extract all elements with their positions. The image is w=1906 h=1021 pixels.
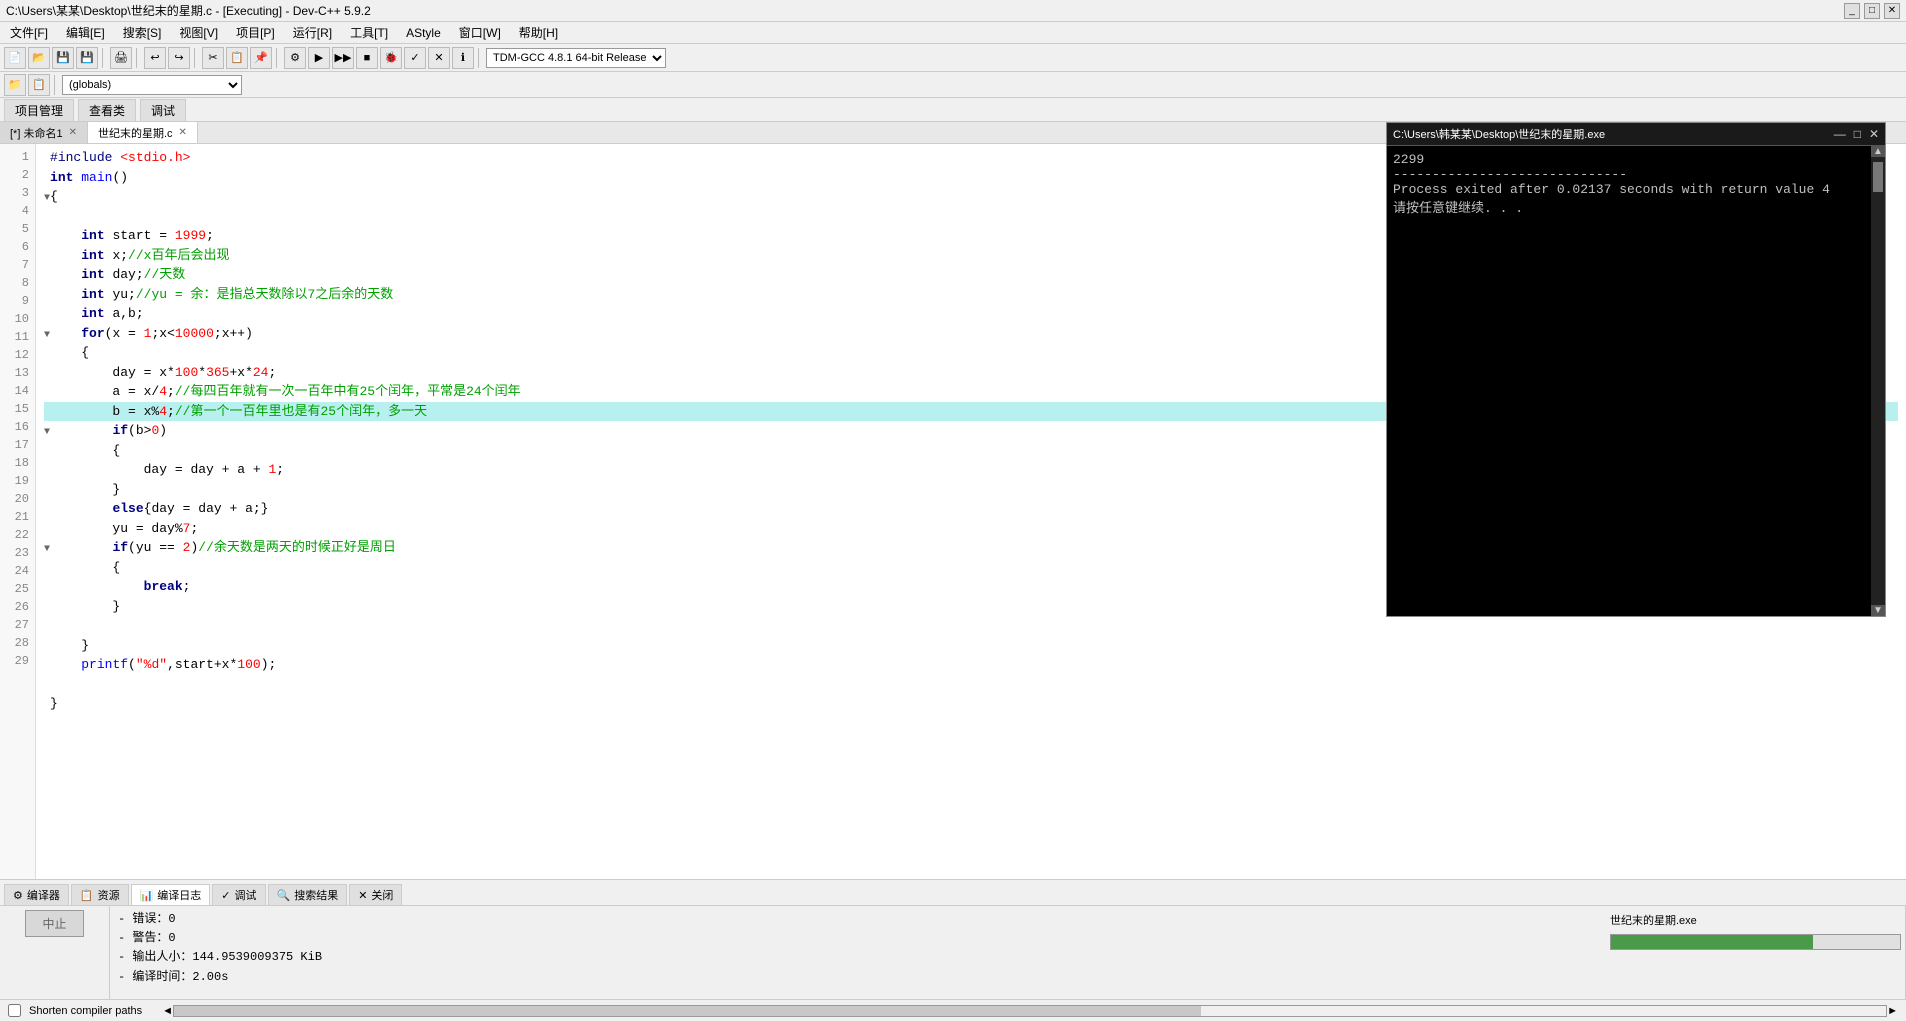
menu-item-视图[V][interactable]: 视图[V] xyxy=(173,23,224,42)
compile-button[interactable]: ⚙ xyxy=(284,47,306,69)
scroll-left-btn[interactable]: ◄ xyxy=(162,1005,173,1017)
sep4 xyxy=(276,48,280,68)
console-output: 2299 ------------------------------ Proc… xyxy=(1393,152,1830,216)
error-button[interactable]: ✕ xyxy=(428,47,450,69)
console-title: C:\Users\韩某某\Desktop\世纪末的星期.exe xyxy=(1393,126,1605,142)
console-minimize-button[interactable]: — xyxy=(1834,127,1846,141)
bottom-panel: ⚙编译器📋资源📊编译日志✓调试🔍搜索结果✕关闭 中止 - 错误：0 - 警告：0… xyxy=(0,879,1906,999)
nav-tabs: 项目管理 查看类 调试 xyxy=(0,98,1906,122)
shorten-paths-item: Shorten compiler paths xyxy=(8,1004,142,1017)
undo-button[interactable]: ↩ xyxy=(144,47,166,69)
debug-button[interactable]: 🐞 xyxy=(380,47,402,69)
progress-bar-fill xyxy=(1611,935,1813,949)
nav-tab-project[interactable]: 项目管理 xyxy=(4,99,74,121)
line-numbers: 1 2 3 4 5 6 7 8 9 10 11 12 13 14 15 16 1… xyxy=(0,144,36,879)
sep1 xyxy=(102,48,106,68)
bottom-tab-调试[interactable]: ✓调试 xyxy=(212,884,265,905)
open-file-button[interactable]: 📂 xyxy=(28,47,50,69)
tb2-btn2[interactable]: 📋 xyxy=(28,74,50,96)
console-window: C:\Users\韩某某\Desktop\世纪末的星期.exe — □ ✕ 22… xyxy=(1386,122,1886,617)
nav-tab-classes[interactable]: 查看类 xyxy=(78,99,136,121)
minimize-button[interactable]: _ xyxy=(1844,3,1860,19)
menu-item-工具[T][interactable]: 工具[T] xyxy=(344,23,394,42)
menu-item-搜索[S][interactable]: 搜索[S] xyxy=(117,23,168,42)
menu-item-AStyle[interactable]: AStyle xyxy=(400,25,447,41)
cut-button[interactable]: ✂ xyxy=(202,47,224,69)
run-button[interactable]: ▶ xyxy=(308,47,330,69)
close-tab-unnamed[interactable]: ✕ xyxy=(69,127,77,138)
sep6 xyxy=(54,75,58,95)
main-area: [*] 未命名1 ✕ 世纪末的星期.c ✕ 1 2 3 4 5 6 7 8 9 … xyxy=(0,122,1906,879)
bottom-tab-搜索结果[interactable]: 🔍搜索结果 xyxy=(268,884,348,905)
window-controls: _ □ ✕ xyxy=(1844,3,1900,19)
scroll-up-button[interactable]: ▲ xyxy=(1871,146,1885,157)
scrollbar-thumb xyxy=(174,1006,1201,1016)
code-tab-unnamed[interactable]: [*] 未命名1 ✕ xyxy=(0,122,88,143)
bottom-tab-资源[interactable]: 📋资源 xyxy=(71,884,129,905)
menu-item-项目[P][interactable]: 项目[P] xyxy=(230,23,281,42)
bottom-tab-关闭[interactable]: ✕关闭 xyxy=(349,884,402,905)
check-button[interactable]: ✓ xyxy=(404,47,426,69)
progress-bar-container xyxy=(1610,934,1901,950)
progress-area: 世纪末的星期.exe xyxy=(1606,906,1906,999)
scroll-right-btn[interactable]: ► xyxy=(1887,1005,1898,1017)
console-maximize-button[interactable]: □ xyxy=(1854,127,1861,141)
new-file-button[interactable]: 📄 xyxy=(4,47,26,69)
horizontal-scrollbar[interactable] xyxy=(173,1005,1887,1017)
console-body: 2299 ------------------------------ Proc… xyxy=(1387,146,1871,616)
code-tab-main[interactable]: 世纪末的星期.c ✕ xyxy=(88,122,198,143)
menu-item-窗口[W][interactable]: 窗口[W] xyxy=(453,23,507,42)
progress-filename: 世纪末的星期.exe xyxy=(1610,910,1901,930)
print-button[interactable]: 🖨 xyxy=(110,47,132,69)
console-scrollbar[interactable]: ▲ ▼ xyxy=(1871,146,1885,616)
maximize-button[interactable]: □ xyxy=(1864,3,1880,19)
tb2-btn1[interactable]: 📁 xyxy=(4,74,26,96)
scroll-down-button[interactable]: ▼ xyxy=(1871,605,1885,616)
stop-button-area: 中止 xyxy=(0,906,110,999)
compile-run-button[interactable]: ▶▶ xyxy=(332,47,354,69)
redo-button[interactable]: ↪ xyxy=(168,47,190,69)
console-titlebar: C:\Users\韩某某\Desktop\世纪末的星期.exe — □ ✕ xyxy=(1387,123,1885,146)
save-file-button[interactable]: 💾 xyxy=(52,47,74,69)
log-errors: - 错误：0 xyxy=(118,910,1598,929)
log-area: - 错误：0 - 警告：0 - 输出人小：144.9539009375 KiB … xyxy=(110,906,1606,999)
bottom-content: 中止 - 错误：0 - 警告：0 - 输出人小：144.9539009375 K… xyxy=(0,906,1906,999)
sep2 xyxy=(136,48,140,68)
close-button[interactable]: ✕ xyxy=(1884,3,1900,19)
log-warnings: - 警告：0 xyxy=(118,929,1598,948)
menu-item-运行[R][interactable]: 运行[R] xyxy=(287,23,338,42)
close-tab-main[interactable]: ✕ xyxy=(179,127,187,138)
title-bar: C:\Users\某某\Desktop\世纪末的星期.c - [Executin… xyxy=(0,0,1906,22)
save-all-button[interactable]: 💾 xyxy=(76,47,98,69)
info-button[interactable]: ℹ xyxy=(452,47,474,69)
stop-compile-button[interactable]: 中止 xyxy=(25,910,83,937)
menu-item-文件[F][interactable]: 文件[F] xyxy=(4,23,54,42)
shorten-paths-label: Shorten compiler paths xyxy=(29,1005,142,1017)
menu-item-编辑[E][interactable]: 编辑[E] xyxy=(60,23,111,42)
paste-button[interactable]: 📌 xyxy=(250,47,272,69)
nav-tab-debug[interactable]: 调试 xyxy=(140,99,186,121)
compiler-dropdown[interactable]: TDM-GCC 4.8.1 64-bit Release xyxy=(486,48,666,68)
sep3 xyxy=(194,48,198,68)
toolbar: 📄 📂 💾 💾 🖨 ↩ ↪ ✂ 📋 📌 ⚙ ▶ ▶▶ ■ 🐞 ✓ ✕ ℹ TDM… xyxy=(0,44,1906,72)
log-output-size: - 输出人小：144.9539009375 KiB xyxy=(118,948,1598,967)
status-bar: Shorten compiler paths ◄ ► xyxy=(0,999,1906,1021)
shorten-paths-checkbox[interactable] xyxy=(8,1004,21,1017)
bottom-tabs: ⚙编译器📋资源📊编译日志✓调试🔍搜索结果✕关闭 xyxy=(0,880,1906,906)
globals-dropdown[interactable]: (globals) xyxy=(62,75,242,95)
bottom-tab-编译器[interactable]: ⚙编译器 xyxy=(4,884,69,905)
stop-button[interactable]: ■ xyxy=(356,47,378,69)
menu-item-帮助[H][interactable]: 帮助[H] xyxy=(513,23,564,42)
scroll-thumb[interactable] xyxy=(1873,162,1883,192)
copy-button[interactable]: 📋 xyxy=(226,47,248,69)
title-text: C:\Users\某某\Desktop\世纪末的星期.c - [Executin… xyxy=(6,2,371,19)
console-close-button[interactable]: ✕ xyxy=(1869,127,1879,141)
log-compile-time: - 编译时间：2.00s xyxy=(118,968,1598,987)
scroll-track xyxy=(1871,157,1885,605)
bottom-tab-编译日志[interactable]: 📊编译日志 xyxy=(131,884,211,905)
scroll-bar-area: ◄ ► xyxy=(162,1005,1898,1017)
menu-bar: 文件[F] 编辑[E] 搜索[S] 视图[V] 项目[P] 运行[R] 工具[T] AStyl… xyxy=(0,22,1906,44)
toolbar2: 📁 📋 (globals) xyxy=(0,72,1906,98)
sep5 xyxy=(478,48,482,68)
